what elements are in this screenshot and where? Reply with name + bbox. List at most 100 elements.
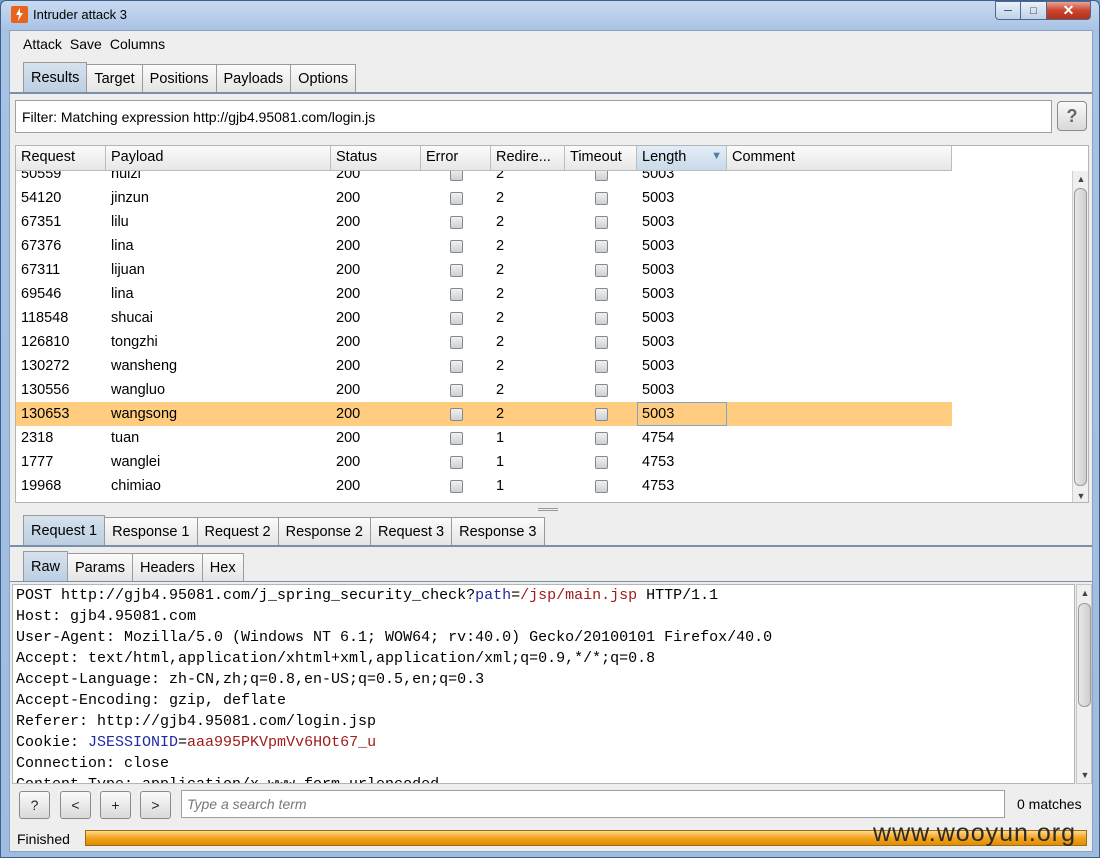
param-name: JSESSIONID — [88, 734, 179, 751]
view-tab-bar: Raw Params Headers Hex — [23, 551, 244, 581]
search-input[interactable] — [181, 790, 1005, 818]
view-tab-raw[interactable]: Raw — [23, 551, 69, 581]
detail-tab-response-1[interactable]: Response 1 — [104, 517, 198, 545]
table-row[interactable]: 1777 wanglei 200 1 4753 — [16, 450, 952, 474]
main-tab-target[interactable]: Target — [86, 64, 143, 92]
request-cell: 19968 — [21, 478, 62, 494]
detail-tab-request-1[interactable]: Request 1 — [23, 515, 106, 545]
table-row[interactable]: 2318 tuan 200 1 4754 — [16, 426, 952, 450]
error-cell — [421, 186, 491, 210]
close-button[interactable]: ✕ — [1047, 1, 1091, 20]
timeout-cell — [565, 354, 637, 378]
title-bar[interactable]: Intruder attack 3 ─ □ ✕ — [1, 1, 1099, 29]
comment-cell — [727, 282, 952, 306]
request-cell: 130272 — [21, 358, 70, 374]
pane-splitter-handle[interactable] — [538, 508, 558, 511]
error-cell — [421, 171, 491, 186]
editor-scrollbar[interactable]: ▲ ▼ — [1076, 584, 1092, 784]
payload-cell: wangluo — [111, 382, 166, 398]
scroll-up-icon[interactable]: ▲ — [1073, 171, 1088, 187]
table-row[interactable]: 67311 lijuan 200 2 5003 — [16, 258, 952, 282]
timeout-cell — [565, 210, 637, 234]
view-tab-headers[interactable]: Headers — [131, 553, 203, 581]
redirects-cell: 2 — [496, 286, 505, 302]
window-client: Attack Save Columns Results Target Positio… — [9, 30, 1093, 852]
column-header-request[interactable]: Request — [16, 146, 106, 171]
filter-bar[interactable]: Filter: Matching expression http://gjb4.… — [15, 100, 1052, 133]
detail-tab-request-3[interactable]: Request 3 — [370, 517, 453, 545]
menu-attack[interactable]: Attack — [22, 36, 63, 52]
table-row[interactable]: 19968 chimiao 200 1 4753 — [16, 474, 952, 498]
main-tab-label: Target — [94, 70, 135, 87]
column-header-comment[interactable]: Comment — [727, 146, 952, 171]
editor-scroll-thumb[interactable] — [1078, 603, 1091, 707]
request-line: Host: gjb4.95081.com — [13, 606, 1074, 627]
search-add-button[interactable]: + — [100, 791, 131, 819]
view-tab-hex[interactable]: Hex — [201, 553, 244, 581]
editor-scroll-down-icon[interactable]: ▼ — [1077, 767, 1093, 783]
table-scroll-thumb[interactable] — [1074, 188, 1087, 486]
column-header-error[interactable]: Error — [421, 146, 491, 171]
minimize-button[interactable]: ─ — [995, 1, 1021, 20]
scroll-down-icon[interactable]: ▼ — [1073, 488, 1088, 502]
table-row[interactable]: 69546 lina 200 2 5003 — [16, 282, 952, 306]
detail-tab-response-2[interactable]: Response 2 — [277, 517, 371, 545]
redirects-cell: 2 — [496, 334, 505, 350]
detail-tab-request-2[interactable]: Request 2 — [196, 517, 279, 545]
column-header-payload[interactable]: Payload — [106, 146, 331, 171]
table-row[interactable]: 67351 lilu 200 2 5003 — [16, 210, 952, 234]
error-cell — [421, 474, 491, 498]
request-line: Referer: http://gjb4.95081.com/login.jsp — [13, 711, 1074, 732]
length-cell: 5003 — [642, 190, 675, 206]
timeout-checkbox — [594, 431, 608, 445]
filter-help-button[interactable]: ? — [1057, 101, 1087, 131]
table-row[interactable]: 118548 shucai 200 2 5003 — [16, 306, 952, 330]
main-tab-positions[interactable]: Positions — [141, 64, 217, 92]
main-tab-options[interactable]: Options — [290, 64, 357, 92]
column-header-redirects[interactable]: Redire... — [491, 146, 565, 171]
main-tab-results[interactable]: Results — [23, 62, 88, 92]
comment-cell — [727, 210, 952, 234]
request-line: User-Agent: Mozilla/5.0 (Windows NT 6.1;… — [13, 627, 1074, 648]
request-cell: 67351 — [21, 214, 62, 230]
table-row[interactable]: 130272 wansheng 200 2 5003 — [16, 354, 952, 378]
editor-scroll-up-icon[interactable]: ▲ — [1077, 585, 1093, 601]
column-header-length[interactable]: Length ▼ — [637, 146, 727, 171]
redirects-cell: 1 — [496, 430, 505, 446]
timeout-cell — [565, 171, 637, 186]
search-previous-button[interactable]: < — [60, 791, 91, 819]
column-header-status[interactable]: Status — [331, 146, 421, 171]
maximize-button[interactable]: □ — [1021, 1, 1047, 20]
search-help-icon: ? — [30, 797, 39, 813]
request-text: Accept-Language: zh-CN,zh;q=0.8,en-US;q=… — [16, 671, 485, 688]
error-cell — [421, 234, 491, 258]
length-cell: 5003 — [642, 238, 675, 254]
column-header-timeout[interactable]: Timeout — [565, 146, 637, 171]
search-next-button[interactable]: > — [140, 791, 171, 819]
main-tab-divider — [10, 92, 1092, 94]
table-row[interactable]: 50559 huizi 200 2 5003 — [16, 171, 952, 186]
sort-descending-icon: ▼ — [711, 150, 722, 162]
menu-columns[interactable]: Columns — [109, 36, 166, 52]
error-checkbox — [449, 287, 463, 301]
search-help-button[interactable]: ? — [19, 791, 50, 819]
menu-save[interactable]: Save — [69, 36, 103, 52]
redirects-cell: 1 — [496, 478, 505, 494]
table-row[interactable]: 54120 jinzun 200 2 5003 — [16, 186, 952, 210]
column-header-label: Comment — [732, 149, 795, 165]
table-row[interactable]: 67376 lina 200 2 5003 — [16, 234, 952, 258]
request-text: Referer: http://gjb4.95081.com/login.jsp — [16, 713, 377, 730]
main-tab-payloads[interactable]: Payloads — [215, 64, 292, 92]
view-tab-params[interactable]: Params — [67, 553, 133, 581]
raw-request-editor[interactable]: POST http://gjb4.95081.com/j_spring_secu… — [12, 584, 1075, 784]
table-row[interactable]: 126810 tongzhi 200 2 5003 — [16, 330, 952, 354]
request-cell: 67376 — [21, 238, 62, 254]
table-scrollbar[interactable]: ▲ ▼ — [1072, 171, 1088, 502]
detail-tab-response-3[interactable]: Response 3 — [451, 517, 545, 545]
table-row[interactable]: 130653 wangsong 200 2 5003 — [16, 402, 952, 426]
table-row[interactable]: 130556 wangluo 200 2 5003 — [16, 378, 952, 402]
length-cell: 5003 — [642, 171, 675, 182]
status-cell: 200 — [336, 358, 361, 374]
payload-cell: lilu — [111, 214, 129, 230]
detail-tab-divider — [10, 545, 1092, 547]
